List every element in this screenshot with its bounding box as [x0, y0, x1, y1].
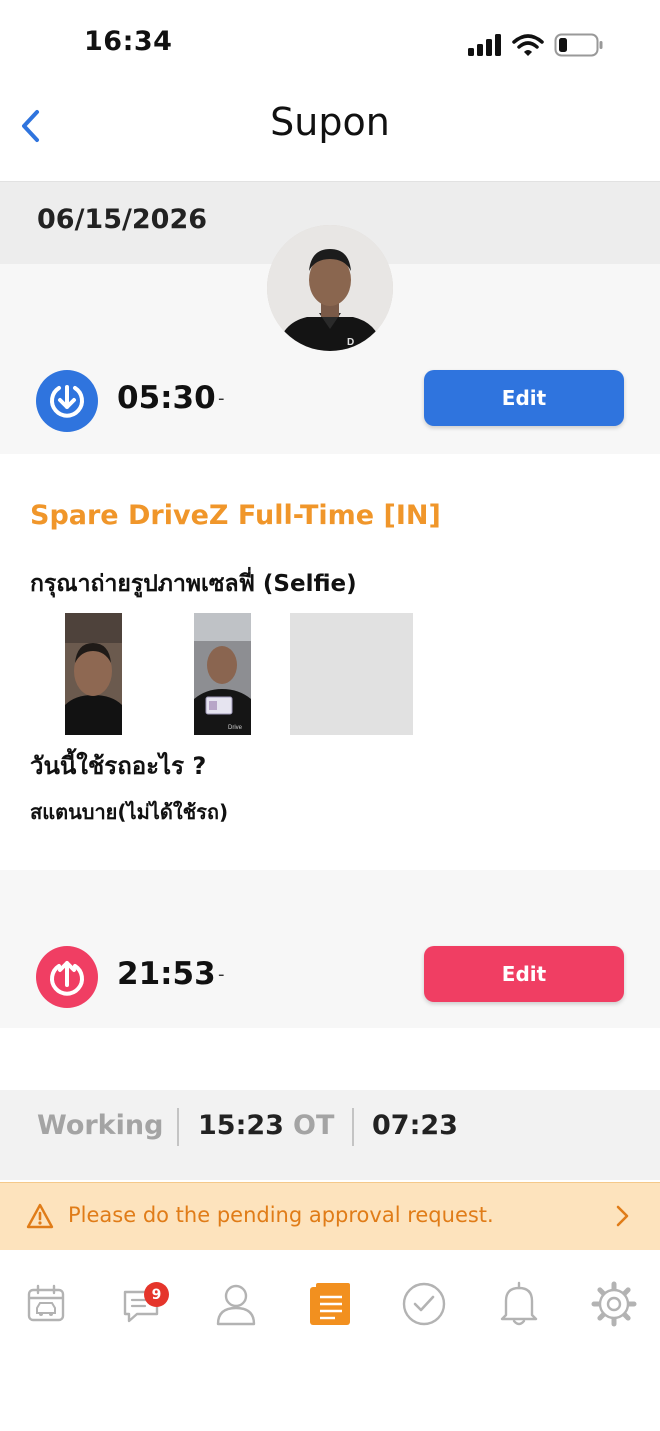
- ot-value: 07:23: [372, 1110, 458, 1141]
- summary-divider: [177, 1108, 179, 1146]
- status-time: 16:34: [84, 26, 173, 57]
- edit-check-out-button[interactable]: Edit: [424, 946, 624, 1002]
- vehicle-answer: สแตนบาย(ไม่ได้ใช้รถ): [30, 800, 229, 824]
- tab-notifications[interactable]: [493, 1278, 545, 1330]
- check-in-icon: [36, 370, 98, 432]
- check-in-dash: -: [218, 388, 225, 409]
- chevron-right-icon: [616, 1205, 629, 1227]
- tab-timesheet[interactable]: [304, 1278, 356, 1330]
- shift-title: Spare DriveZ Full-Time [IN]: [30, 500, 441, 531]
- edit-check-in-button[interactable]: Edit: [424, 370, 624, 426]
- warning-icon: [26, 1203, 54, 1229]
- signal-icon: [468, 34, 501, 56]
- page-title: Supon: [270, 100, 390, 144]
- check-in-time: 05:30: [117, 380, 216, 416]
- calendar-car-icon: [27, 1284, 65, 1322]
- battery-icon: [554, 33, 603, 57]
- ot-label: OT: [293, 1110, 335, 1141]
- chat-badge: 9: [144, 1282, 169, 1307]
- selfie-photo-1[interactable]: [65, 613, 122, 735]
- wifi-icon: [512, 34, 544, 56]
- timesheet-icon: [310, 1283, 350, 1325]
- banner-text: Please do the pending approval request.: [68, 1203, 494, 1227]
- summary-divider: [352, 1108, 354, 1146]
- check-out-time: 21:53: [117, 956, 216, 992]
- check-in-details: Spare DriveZ Full-Time [IN] กรุณาถ่ายรูป…: [0, 454, 660, 870]
- date-label: 06/15/2026: [37, 204, 208, 235]
- tab-profile[interactable]: [210, 1278, 262, 1330]
- tab-approve[interactable]: [398, 1278, 450, 1330]
- working-value: 15:23: [198, 1110, 284, 1141]
- status-bar: 16:34: [0, 0, 660, 90]
- vehicle-question: วันนี้ใช้รถอะไร ?: [30, 752, 207, 780]
- check-out-section: 21:53 - Edit: [0, 870, 660, 1028]
- approve-icon: [402, 1282, 446, 1326]
- pending-approval-banner[interactable]: Please do the pending approval request.: [0, 1182, 660, 1250]
- selfie-photo-placeholder[interactable]: [290, 613, 413, 735]
- profile-icon: [216, 1284, 256, 1326]
- check-out-icon: [36, 946, 98, 1008]
- tab-calendar-car[interactable]: [20, 1278, 72, 1330]
- tab-settings[interactable]: [588, 1278, 640, 1330]
- svg-text:D: D: [347, 337, 354, 348]
- check-out-dash: -: [218, 964, 225, 985]
- avatar: D: [267, 225, 393, 351]
- work-summary: Working 15:23 OT 07:23: [0, 1090, 660, 1180]
- svg-text:Drive: Drive: [228, 725, 243, 731]
- settings-icon: [591, 1281, 637, 1327]
- tab-bar: 9: [0, 1250, 660, 1431]
- working-label: Working: [37, 1110, 164, 1141]
- bell-icon: [500, 1281, 538, 1326]
- selfie-photo-2[interactable]: Drive: [194, 613, 251, 735]
- nav-bar: Supon: [0, 90, 660, 182]
- selfie-label: กรุณาถ่ายรูปภาพเซลฟี่ (Selfie): [30, 571, 357, 597]
